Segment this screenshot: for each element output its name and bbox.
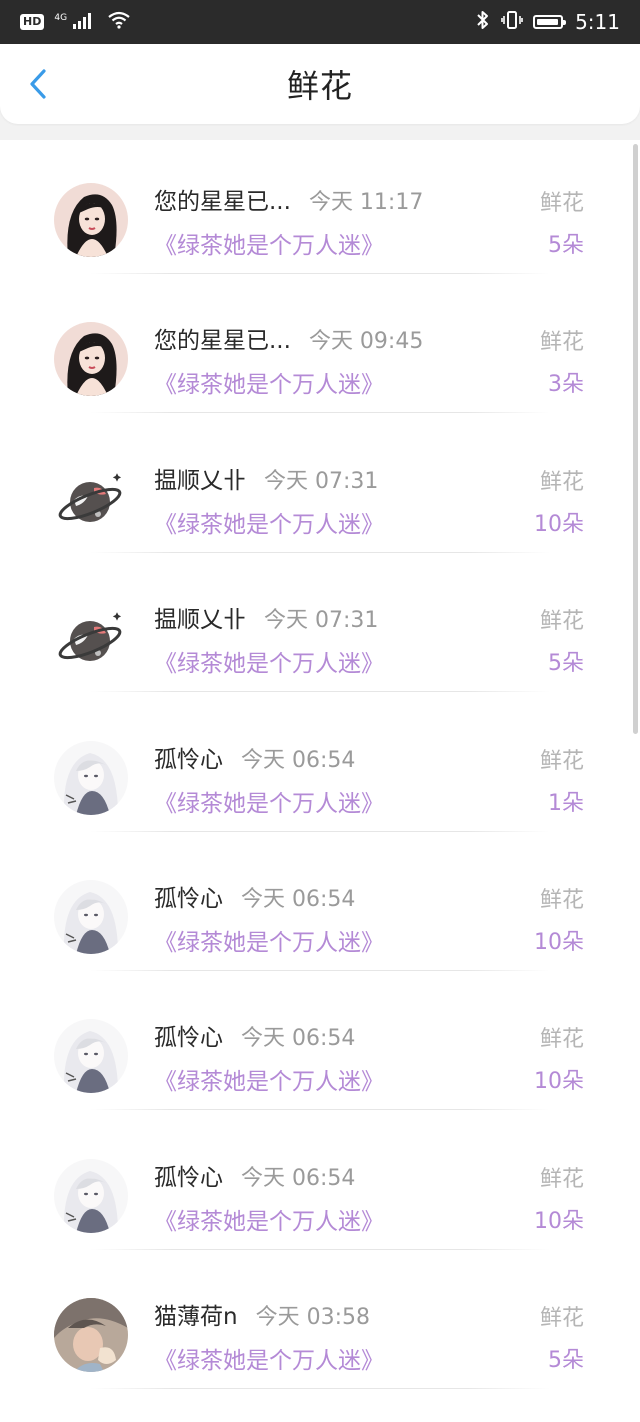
- flower-count: 10朵: [534, 930, 584, 955]
- bluetooth-icon: [475, 10, 491, 34]
- timestamp: 今天 06:54: [241, 887, 356, 912]
- flower-count: 1朵: [548, 790, 584, 816]
- timestamp: 今天 06:54: [241, 1026, 356, 1052]
- flower-count: 10朵: [534, 1208, 584, 1234]
- sender-name-text: 您的星星已...: [154, 328, 291, 355]
- timestamp: 今天 11:17: [308, 190, 424, 215]
- avatar[interactable]: [54, 461, 128, 536]
- battery-icon: [533, 15, 567, 29]
- signal-icon: [73, 11, 97, 33]
- gift-type-label: 鲜花: [539, 330, 584, 356]
- status-left: HD 4G: [20, 11, 131, 33]
- page-title: 鲜花: [0, 44, 640, 140]
- gift-type-label: 鲜花: [539, 1027, 584, 1053]
- flower-list: 您的星星已... 今天 11:17 《绿茶她是个万人迷》 鲜花 5朵 您的星星已.…: [0, 140, 640, 1422]
- sender-name-text: 您的星星已...: [154, 189, 291, 215]
- avatar[interactable]: [54, 1019, 128, 1094]
- list-item[interactable]: 您的星星已... 今天 11:17 《绿茶她是个万人迷》 鲜花 5朵: [0, 135, 640, 274]
- avatar[interactable]: [54, 740, 128, 815]
- book-title[interactable]: 《绿茶她是个万人迷》: [154, 923, 384, 957]
- gift-type-label: 鲜花: [539, 748, 584, 774]
- avatar[interactable]: [54, 183, 128, 257]
- sender-name-text: 猫薄荷n: [154, 1304, 238, 1331]
- list-item[interactable]: 孤怜心 今天 06:54 《绿茶她是个万人迷》 鲜花 10朵: [0, 971, 640, 1111]
- flower-count: 10朵: [534, 511, 584, 537]
- divider: [90, 1388, 550, 1390]
- book-title[interactable]: 《绿茶她是个万人迷》: [154, 226, 384, 260]
- sender-name: 猫薄荷n 今天 03:58: [154, 1297, 370, 1331]
- timestamp: 今天 06:54: [241, 747, 356, 773]
- timestamp: 今天 09:45: [308, 329, 424, 355]
- flower-count: 5朵: [548, 233, 584, 258]
- book-title[interactable]: 《绿茶她是个万人迷》: [154, 1341, 384, 1375]
- sender-name: 孤怜心 今天 06:54: [154, 1158, 355, 1192]
- sender-name-text: 孤怜心: [154, 1164, 223, 1191]
- book-title[interactable]: 《绿茶她是个万人迷》: [154, 1062, 384, 1096]
- sender-name: 揾顺乂卝 今天 07:31: [154, 600, 378, 634]
- sender-name-text: 孤怜心: [154, 746, 223, 773]
- list-item[interactable]: 孤怜心 今天 06:54 《绿茶她是个万人迷》 鲜花 10朵: [0, 832, 640, 971]
- list-item[interactable]: 猫薄荷n 今天 03:58 《绿茶她是个万人迷》 鲜花 5朵: [0, 1250, 640, 1390]
- scrollbar[interactable]: [633, 144, 638, 734]
- list-item[interactable]: 揾顺乂卝 今天 07:31 《绿茶她是个万人迷》 鲜花 10朵: [0, 414, 640, 553]
- network-type: 4G: [54, 12, 68, 23]
- avatar[interactable]: [54, 601, 128, 676]
- gift-type-label: 鲜花: [539, 888, 584, 913]
- gift-type-label: 鲜花: [539, 609, 584, 635]
- status-time: 5:11: [575, 10, 620, 34]
- timestamp: 今天 03:58: [255, 1305, 370, 1331]
- timestamp: 今天 06:54: [241, 1165, 356, 1191]
- sender-name: 孤怜心 今天 06:54: [154, 879, 355, 913]
- sender-name: 揾顺乂卝 今天 07:31: [154, 461, 378, 495]
- hd-badge: HD: [20, 14, 45, 30]
- gift-type-label: 鲜花: [539, 1306, 584, 1332]
- sender-name-text: 揾顺乂卝: [154, 467, 246, 494]
- flower-count: 3朵: [548, 372, 584, 398]
- gift-type-label: 鲜花: [539, 469, 584, 495]
- sender-name: 您的星星已... 今天 11:17: [154, 182, 423, 216]
- book-title[interactable]: 《绿茶她是个万人迷》: [154, 784, 384, 818]
- timestamp: 今天 07:31: [264, 468, 379, 494]
- list-item[interactable]: 孤怜心 今天 06:54 《绿茶她是个万人迷》 鲜花 1朵: [0, 693, 640, 832]
- flower-count: 5朵: [548, 1348, 584, 1374]
- book-title[interactable]: 《绿茶她是个万人迷》: [154, 365, 384, 399]
- status-right: 5:11: [475, 10, 620, 34]
- book-title[interactable]: 《绿茶她是个万人迷》: [154, 1202, 384, 1236]
- list-item[interactable]: 您的星星已... 今天 09:45 《绿茶她是个万人迷》 鲜花 3朵: [0, 274, 640, 414]
- sender-name: 您的星星已... 今天 09:45: [154, 321, 423, 355]
- sender-name-text: 孤怜心: [154, 1025, 223, 1052]
- gift-type-label: 鲜花: [539, 1166, 584, 1192]
- avatar[interactable]: [54, 1158, 128, 1233]
- wifi-icon: [107, 11, 131, 33]
- avatar[interactable]: [54, 1298, 128, 1373]
- sender-name-text: 孤怜心: [154, 886, 223, 912]
- list-item[interactable]: 揾顺乂卝 今天 07:31 《绿茶她是个万人迷》 鲜花 5朵: [0, 553, 640, 693]
- nav-bar: 鲜花: [0, 44, 640, 124]
- list-item[interactable]: 孤怜心 今天 06:54 《绿茶她是个万人迷》 鲜花 10朵: [0, 1111, 640, 1250]
- flower-count: 10朵: [534, 1069, 584, 1095]
- page-title-text: 鲜花: [286, 67, 353, 105]
- flower-count: 5朵: [548, 651, 584, 677]
- book-title[interactable]: 《绿茶她是个万人迷》: [154, 644, 384, 678]
- status-bar: HD 4G 5:11: [0, 0, 640, 44]
- avatar[interactable]: [54, 880, 128, 954]
- avatar[interactable]: [54, 322, 128, 397]
- gift-type-label: 鲜花: [539, 191, 584, 216]
- timestamp: 今天 07:31: [264, 608, 379, 634]
- sender-name: 孤怜心 今天 06:54: [154, 1018, 355, 1052]
- sender-name-text: 揾顺乂卝: [154, 607, 246, 634]
- sender-name: 孤怜心 今天 06:54: [154, 740, 355, 774]
- vibrate-icon: [501, 10, 523, 34]
- book-title[interactable]: 《绿茶她是个万人迷》: [154, 505, 384, 539]
